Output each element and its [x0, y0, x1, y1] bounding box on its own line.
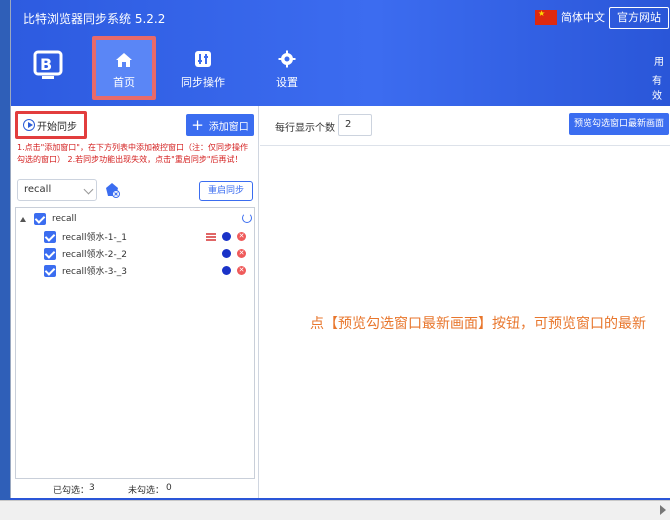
expand-caret-icon[interactable] — [20, 216, 26, 222]
status-dot-icon — [222, 249, 231, 258]
remove-icon[interactable]: ✕ — [237, 266, 246, 275]
restart-sync-button[interactable]: 重启同步 — [199, 181, 253, 201]
tree-row[interactable]: recall领水-3-_3 — [44, 264, 127, 277]
tree-row-label: recall领水-2-_2 — [62, 250, 127, 260]
start-sync-button[interactable]: 开始同步 — [15, 111, 87, 139]
preview-toolbar: 每行显示个数 2 预览勾选窗口最新画面 — [260, 106, 670, 146]
app-logo: B — [29, 48, 67, 84]
checked-count-label: 已勾选： — [53, 486, 90, 496]
refresh-icon[interactable] — [242, 213, 252, 223]
tree-root-label: recall — [52, 214, 77, 224]
tree-row[interactable]: recall领水-2-_2 — [44, 247, 127, 260]
group-select-value: recall — [24, 184, 52, 195]
nav-settings-label: 设置 — [276, 76, 298, 89]
preview-hint: 点【预览勾选窗口最新画面】按钮，可预览窗口的最新 — [310, 316, 646, 332]
sliders-icon — [195, 51, 211, 67]
nav-settings[interactable]: 设置 — [276, 50, 298, 90]
row-checkbox[interactable] — [44, 264, 56, 277]
group-select[interactable]: recall — [17, 179, 97, 201]
add-window-button[interactable]: + 添加窗口 — [186, 114, 254, 136]
unchecked-count-value: 0 — [166, 483, 172, 493]
root-checkbox[interactable] — [34, 213, 46, 225]
truncated-text-2: 有效 — [652, 76, 662, 102]
nav-home[interactable]: 首页 — [92, 36, 156, 100]
truncated-text-1: 用 — [654, 57, 664, 68]
row-checkbox[interactable] — [44, 247, 56, 260]
tree-row[interactable]: recall领水-1-_1 — [44, 230, 127, 243]
preview-panel: 每行显示个数 2 预览勾选窗口最新画面 点【预览勾选窗口最新画面】按钮，可预览窗… — [260, 106, 670, 498]
preview-button[interactable]: 预览勾选窗口最新画面 — [569, 113, 669, 135]
selection-footer: 已勾选： 3 未勾选： 0 — [11, 483, 259, 497]
desktop-edge-strip — [0, 0, 10, 520]
nav-home-label: 首页 — [113, 76, 135, 89]
plus-icon: + — [191, 116, 204, 134]
remove-icon[interactable]: ✕ — [237, 249, 246, 258]
row-actions: ✕ — [222, 266, 246, 275]
app-title: 比特浏览器同步系统 5.2.2 — [23, 12, 166, 26]
svg-text:B: B — [40, 55, 52, 74]
app-window: 比特浏览器同步系统 5.2.2 简体中文 官方网站 B 首页 — [10, 0, 670, 500]
nav-sync-label: 同步操作 — [181, 76, 225, 89]
clear-filter-icon[interactable] — [104, 182, 120, 198]
unchecked-count-label: 未勾选： — [128, 486, 165, 496]
china-flag-icon — [535, 9, 557, 25]
row-actions: ✕ — [222, 249, 246, 258]
sliders-icon[interactable] — [206, 232, 216, 241]
tree-row-label: recall领水-1-_1 — [62, 233, 127, 243]
window-tree: recall recall领水-1-_1 ✕ recall领水-2-_2 ✕ r… — [15, 207, 255, 479]
checked-count-value: 3 — [89, 483, 95, 493]
per-row-input[interactable]: 2 — [338, 114, 372, 136]
horizontal-scrollbar[interactable] — [0, 500, 670, 520]
tree-row-label: recall领水-3-_3 — [62, 267, 127, 277]
gear-icon — [278, 50, 296, 68]
instructions-tip: 1.点击"添加窗口"，在下方列表中添加被控窗口（注：仅同步操作勾选的窗口） 2.… — [17, 143, 248, 164]
status-dot-icon — [222, 266, 231, 275]
per-row-label: 每行显示个数 — [275, 123, 335, 134]
add-window-label: 添加窗口 — [208, 121, 249, 133]
official-website-button[interactable]: 官方网站 — [609, 7, 669, 29]
start-sync-label: 开始同步 — [37, 121, 77, 133]
nav-sync-operations[interactable]: 同步操作 — [181, 50, 225, 90]
home-icon — [116, 53, 132, 67]
play-icon — [23, 119, 35, 131]
header: 比特浏览器同步系统 5.2.2 简体中文 官方网站 B 首页 — [11, 0, 670, 106]
scroll-right-arrow-icon[interactable] — [660, 505, 666, 515]
row-checkbox[interactable] — [44, 230, 56, 243]
language-label: 简体中文 — [561, 11, 605, 24]
tree-root-row[interactable]: recall — [20, 213, 77, 225]
remove-icon[interactable]: ✕ — [237, 232, 246, 241]
row-actions: ✕ — [206, 232, 246, 241]
left-panel: 开始同步 + 添加窗口 1.点击"添加窗口"，在下方列表中添加被控窗口（注：仅同… — [11, 106, 259, 498]
language-switcher[interactable]: 简体中文 — [535, 9, 605, 25]
chevron-down-icon — [83, 184, 94, 195]
status-dot-icon — [222, 232, 231, 241]
